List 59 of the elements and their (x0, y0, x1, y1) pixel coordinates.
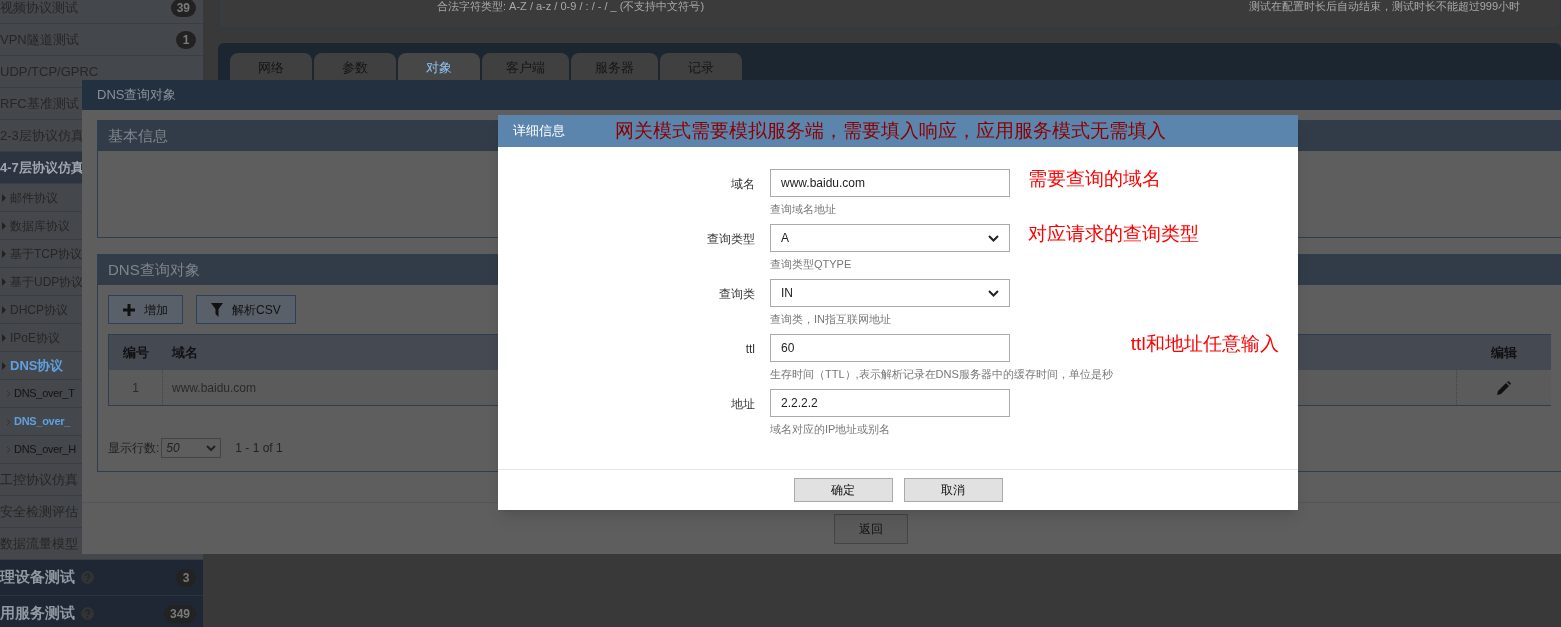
input-field[interactable]: www.baidu.com (770, 169, 1010, 197)
triangle-icon (2, 249, 6, 258)
column-header: 域名 (170, 343, 198, 362)
chevron-right-icon (6, 445, 11, 454)
triangle-icon (2, 361, 6, 370)
triangle-icon (2, 221, 6, 230)
field-label: ttl (744, 341, 756, 358)
panel-title: DNS查询对象 (108, 259, 200, 280)
help-text: 域名对应的IP地址或别名 (770, 422, 892, 437)
field-label: 查询类型 (706, 231, 756, 248)
tab[interactable]: 对象 (398, 53, 480, 83)
help-text: 查询类型QTYPE (770, 257, 853, 272)
triangle-icon (2, 277, 6, 286)
rows-label: 显示行数: (108, 440, 160, 457)
dialog-title: 详细信息 (513, 122, 565, 141)
chevron-down-icon (988, 289, 999, 297)
hint-text: 测试在配置时长后自动结束，测试时长不能超过999小时 (1248, 0, 1520, 14)
chevron-right-icon (6, 417, 11, 426)
select-field[interactable]: A (770, 224, 1010, 252)
count-badge: 3 (176, 568, 196, 587)
confirm-button[interactable]: 确定 (793, 478, 893, 502)
count-badge: 349 (163, 604, 196, 623)
annotation-text: 网关模式需要模拟服务端，需要填入响应，应用服务模式无需填入 (615, 118, 1166, 143)
count-badge: 1 (176, 30, 196, 49)
input-field[interactable]: 60 (770, 334, 1010, 362)
pencil-icon[interactable] (1497, 380, 1511, 395)
chevron-down-icon (988, 234, 999, 242)
triangle-icon (2, 193, 6, 202)
field-label: 地址 (730, 396, 756, 413)
hint-text: 合法字符类型: A-Z / a-z / 0-9 / : / - / _ (不支持中文符号) (437, 0, 705, 14)
count-badge: 39 (170, 0, 196, 17)
annotation-text: ttl和地址任意输入 (1130, 332, 1279, 356)
column-header: 编辑 (1489, 343, 1518, 362)
field-label: 查询类 (718, 286, 756, 303)
help-text: 查询类，IN指互联网地址 (770, 312, 892, 327)
chevron-down-icon (206, 444, 217, 452)
dialog-title: DNS查询对象 (97, 86, 177, 105)
triangle-icon (2, 333, 6, 342)
filter-icon (211, 302, 223, 317)
help-text: 查询域名地址 (770, 202, 837, 217)
page-size-select[interactable]: 50 (161, 438, 222, 458)
input-field[interactable]: 2.2.2.2 (770, 389, 1010, 417)
add-button[interactable]: 增加 (108, 295, 183, 324)
triangle-icon (2, 305, 6, 314)
page-range: 1 - 1 of 1 (235, 440, 283, 457)
filter-button[interactable]: 解析CSV (196, 295, 296, 324)
back-button[interactable]: 返回 (834, 513, 908, 544)
field-label: 域名 (730, 176, 756, 193)
column-header: 编号 (122, 343, 150, 362)
plus-icon (123, 303, 135, 316)
sidebar-category[interactable]: 用服务测试 349 (0, 596, 203, 627)
select-field[interactable]: IN (770, 279, 1010, 307)
annotation-text: 对应请求的查询类型 (1028, 222, 1199, 246)
annotation-text: 需要查询的域名 (1028, 167, 1161, 191)
help-text: 生存时间（TTL）,表示解析记录在DNS服务器中的缓存时间，单位是秒 (770, 367, 1113, 382)
sidebar-category[interactable]: 理设备测试 3 (0, 560, 203, 596)
chevron-right-icon (6, 389, 11, 398)
panel-title: 基本信息 (108, 125, 168, 146)
cancel-button[interactable]: 取消 (903, 478, 1003, 502)
